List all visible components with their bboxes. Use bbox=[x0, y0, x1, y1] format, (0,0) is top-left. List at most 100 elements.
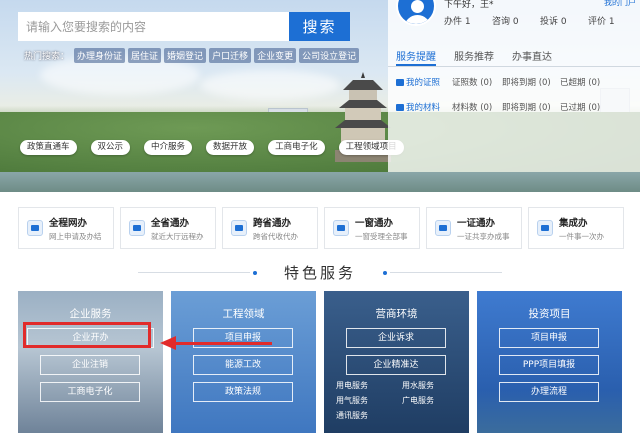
avatar-head bbox=[411, 0, 424, 13]
hot-tag[interactable]: 居住证 bbox=[128, 48, 162, 63]
water-service-link[interactable]: 用水服务 bbox=[402, 380, 434, 391]
quick-links: 政策直通车 双公示 中介服务 数据开放 工商电子化 工程领域项目 bbox=[20, 140, 404, 155]
pane-investment: 投资项目 项目申报 PPP项目填报 办理流程 bbox=[477, 291, 622, 433]
stat-value: 0 bbox=[512, 17, 519, 27]
row-title[interactable]: 我的材料 bbox=[396, 101, 452, 113]
service-card[interactable]: 一窗通办 一窗受理全部事 bbox=[324, 207, 420, 249]
service-icon bbox=[231, 220, 247, 236]
section-title: 特色服务 bbox=[283, 264, 356, 282]
hot-tag[interactable]: 婚姻登记 bbox=[164, 48, 207, 63]
hot-tag[interactable]: 户口迁移 bbox=[209, 48, 252, 63]
tab-direct-access[interactable]: 办事直达 bbox=[512, 48, 552, 63]
card-subtitle: 一证共享办成事 bbox=[457, 231, 510, 241]
card-title: 全程网办 bbox=[49, 217, 88, 229]
row-cell[interactable]: 证照数 (0) bbox=[452, 76, 502, 88]
precision-button[interactable]: 企业精准达 bbox=[346, 355, 446, 375]
section-dot bbox=[383, 271, 387, 275]
user-panel: 下午好，王* 我的门户 办件 1 咨询 0 投诉 0 评价 1 服务提醒 服务推… bbox=[388, 0, 640, 172]
pane-title: 企业服务 bbox=[69, 308, 112, 320]
invest-project-apply-button[interactable]: 项目申报 bbox=[499, 328, 599, 348]
ppp-fill-button[interactable]: PPP项目填报 bbox=[499, 355, 599, 375]
info-row-materials: 我的材料 材料数 (0) 即将到期 (0) 已过期 (0) bbox=[396, 101, 600, 113]
stat-item[interactable]: 投诉 0 bbox=[540, 14, 588, 27]
card-title: 一窗通办 bbox=[355, 217, 394, 229]
ecommerce-button[interactable]: 工商电子化 bbox=[40, 382, 140, 402]
service-card[interactable]: 全程网办 网上申请及办结 bbox=[18, 207, 114, 249]
row-cell[interactable]: 即将到期 (0) bbox=[502, 76, 560, 88]
card-title: 全省通办 bbox=[151, 217, 190, 229]
quick-link[interactable]: 工商电子化 bbox=[268, 140, 325, 155]
panel-tabs: 服务提醒 服务推荐 办事直达 bbox=[396, 48, 552, 63]
service-icon bbox=[27, 220, 43, 236]
policy-button[interactable]: 政策法规 bbox=[193, 382, 293, 402]
row-title[interactable]: 我的证照 bbox=[396, 76, 452, 88]
stat-label: 办件 bbox=[444, 17, 463, 27]
row-cell[interactable]: 已过期 (0) bbox=[560, 101, 600, 113]
divider bbox=[388, 66, 640, 67]
my-portal-link[interactable]: 我的门户 bbox=[604, 0, 636, 8]
row-cell[interactable]: 材料数 (0) bbox=[452, 101, 502, 113]
gas-service-link[interactable]: 用气服务 bbox=[336, 395, 368, 406]
info-row-certificates: 我的证照 证照数 (0) 即将到期 (0) 已超期 (0) bbox=[396, 76, 600, 88]
card-subtitle: 就近大厅远程办 bbox=[151, 231, 204, 241]
pane-title: 投资项目 bbox=[528, 308, 571, 320]
card-title: 一证通办 bbox=[457, 217, 496, 229]
pane-title: 营商环境 bbox=[375, 308, 418, 320]
stat-value: 1 bbox=[464, 17, 471, 27]
user-stats: 办件 1 咨询 0 投诉 0 评价 1 bbox=[444, 14, 636, 27]
stat-item[interactable]: 咨询 0 bbox=[492, 14, 540, 27]
row-title-text: 我的证照 bbox=[406, 78, 441, 88]
avatar[interactable] bbox=[396, 0, 436, 26]
quick-link[interactable]: 双公示 bbox=[90, 140, 131, 155]
enterprise-cancel-button[interactable]: 企业注销 bbox=[40, 355, 140, 375]
annotation-highlight-box bbox=[23, 322, 151, 348]
search-bar: 搜索 bbox=[18, 12, 350, 41]
hot-tag[interactable]: 办理身份证 bbox=[74, 48, 126, 63]
service-cards: 全程网办 网上申请及办结 全省通办 就近大厅远程办 跨省通办 跨省代收代办 一窗… bbox=[18, 207, 624, 249]
service-icon bbox=[435, 220, 451, 236]
tab-service-reminder[interactable]: 服务提醒 bbox=[396, 48, 436, 63]
stat-value: 0 bbox=[560, 17, 567, 27]
stat-label: 投诉 bbox=[540, 17, 559, 27]
service-icon bbox=[129, 220, 145, 236]
card-subtitle: 跨省代收代办 bbox=[253, 231, 298, 241]
pane-engineering: 工程领域 项目申报 能源工改 政策法规 bbox=[171, 291, 316, 433]
service-card[interactable]: 一证通办 一证共享办成事 bbox=[426, 207, 522, 249]
card-subtitle: 一窗受理全部事 bbox=[355, 231, 408, 241]
service-card[interactable]: 集成办 一件事一次办 bbox=[528, 207, 624, 249]
stat-item[interactable]: 办件 1 bbox=[444, 14, 492, 27]
stat-label: 咨询 bbox=[492, 17, 511, 27]
project-apply-button[interactable]: 项目申报 bbox=[193, 328, 293, 348]
enterprise-appeal-button[interactable]: 企业诉求 bbox=[346, 328, 446, 348]
card-title: 跨省通办 bbox=[253, 217, 292, 229]
card-title: 集成办 bbox=[559, 217, 588, 229]
telecom-service-link[interactable]: 通讯服务 bbox=[336, 410, 368, 421]
quick-link[interactable]: 数据开放 bbox=[206, 140, 255, 155]
search-input[interactable] bbox=[18, 12, 289, 41]
hot-search: 热门搜索： 办理身份证 居住证 婚姻登记 户口迁移 企业变更 公司设立登记 bbox=[24, 48, 360, 63]
stat-value: 1 bbox=[608, 17, 615, 27]
search-button[interactable]: 搜索 bbox=[289, 12, 350, 41]
row-cell[interactable]: 即将到期 (0) bbox=[502, 101, 560, 113]
energy-reform-button[interactable]: 能源工改 bbox=[193, 355, 293, 375]
quick-link[interactable]: 政策直通车 bbox=[20, 140, 77, 155]
cloud bbox=[200, 70, 340, 100]
row-title-text: 我的材料 bbox=[406, 103, 441, 113]
tab-service-recommend[interactable]: 服务推荐 bbox=[454, 48, 494, 63]
power-service-link[interactable]: 用电服务 bbox=[336, 380, 368, 391]
service-card[interactable]: 全省通办 就近大厅远程办 bbox=[120, 207, 216, 249]
pane-title: 工程领域 bbox=[222, 308, 265, 320]
service-icon bbox=[537, 220, 553, 236]
service-icon bbox=[333, 220, 349, 236]
hot-tag[interactable]: 公司设立登记 bbox=[299, 48, 360, 63]
card-subtitle: 一件事一次办 bbox=[559, 231, 604, 241]
row-cell[interactable]: 已超期 (0) bbox=[560, 76, 600, 88]
service-card[interactable]: 跨省通办 跨省代收代办 bbox=[222, 207, 318, 249]
materials-icon bbox=[396, 103, 404, 111]
quick-link[interactable]: 中介服务 bbox=[144, 140, 193, 155]
tv-service-link[interactable]: 广电服务 bbox=[402, 395, 434, 406]
hot-tag[interactable]: 企业变更 bbox=[254, 48, 297, 63]
river bbox=[0, 172, 640, 192]
stat-item[interactable]: 评价 1 bbox=[588, 14, 636, 27]
process-button[interactable]: 办理流程 bbox=[499, 382, 599, 402]
